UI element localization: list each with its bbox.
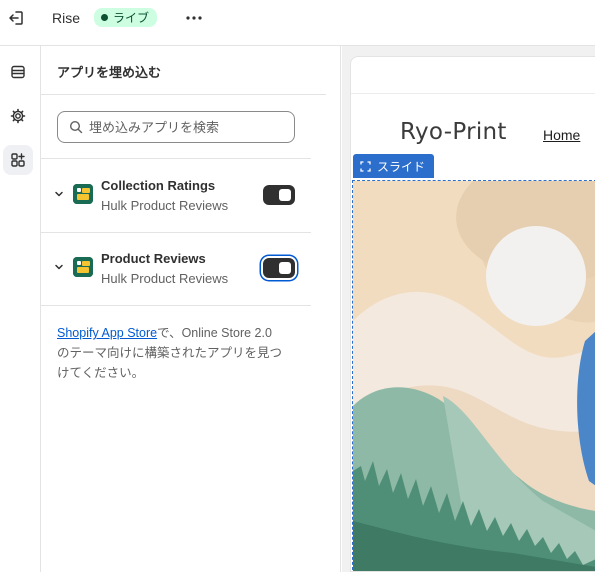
apps-icon (11, 153, 25, 167)
store-preview-area: Ryo-Print Home スライド (342, 46, 595, 572)
app-enable-toggle[interactable] (263, 258, 295, 278)
rail-settings-button[interactable] (3, 101, 33, 131)
app-embed-row[interactable]: Collection Ratings Hulk Product Reviews (41, 159, 311, 232)
selected-section-outline (352, 180, 595, 571)
toggle-knob (279, 262, 291, 274)
slideshow-icon (360, 160, 371, 172)
chevron-down-icon[interactable] (53, 188, 65, 200)
search-icon (69, 120, 83, 134)
gear-icon (10, 108, 26, 124)
theme-name: Rise (52, 10, 81, 26)
rail-sections-button[interactable] (3, 57, 33, 87)
live-dot-icon (101, 14, 108, 21)
rail-apps-button[interactable] (3, 145, 33, 175)
section-label-tag[interactable]: スライド (353, 154, 435, 178)
app-name: Collection Ratings (101, 178, 216, 193)
hulk-app-logo-icon (73, 184, 93, 204)
divider (41, 305, 311, 306)
exit-button[interactable] (5, 7, 27, 29)
shopify-app-store-link[interactable]: Shopify App Store (57, 326, 157, 340)
app-vendor: Hulk Product Reviews (101, 198, 229, 213)
panel-title: アプリを埋め込む (57, 65, 162, 80)
app-search-input[interactable] (89, 119, 279, 135)
app-vendor: Hulk Product Reviews (101, 271, 229, 286)
top-bar: Rise ライブ (0, 0, 595, 46)
app-enable-toggle[interactable] (263, 185, 295, 205)
sections-icon (11, 65, 25, 79)
hulk-app-logo-icon (73, 257, 93, 277)
store-logo[interactable]: Ryo-Print (400, 119, 507, 145)
live-status-badge: ライブ (94, 8, 158, 27)
help-text: Shopify App Storeで、Online Store 2.0 のテーマ… (57, 323, 303, 383)
help-text-line: のテーマ向けに構築されたアプリを見つ (57, 346, 283, 360)
chevron-down-icon[interactable] (53, 261, 65, 273)
live-label: ライブ (113, 11, 150, 25)
announcement-divider (351, 93, 595, 94)
more-horizontal-icon (186, 16, 202, 20)
help-text-line: で、Online Store 2.0 (157, 326, 272, 340)
divider (41, 94, 326, 95)
nav-link-home[interactable]: Home (543, 127, 580, 143)
exit-icon (9, 11, 23, 25)
app-embeds-panel: アプリを埋め込む Collection Ratings Hulk Product… (41, 46, 341, 572)
store-preview-frame[interactable]: Ryo-Print Home スライド (350, 56, 595, 572)
help-text-line: けてください。 (57, 366, 145, 380)
section-label: スライド (377, 159, 426, 174)
editor-nav-rail (0, 46, 41, 572)
app-embed-row[interactable]: Product Reviews Hulk Product Reviews (41, 232, 311, 305)
app-search-field[interactable] (57, 111, 295, 143)
app-name: Product Reviews (101, 251, 206, 266)
toggle-knob (279, 189, 291, 201)
more-actions-button[interactable] (183, 8, 205, 28)
